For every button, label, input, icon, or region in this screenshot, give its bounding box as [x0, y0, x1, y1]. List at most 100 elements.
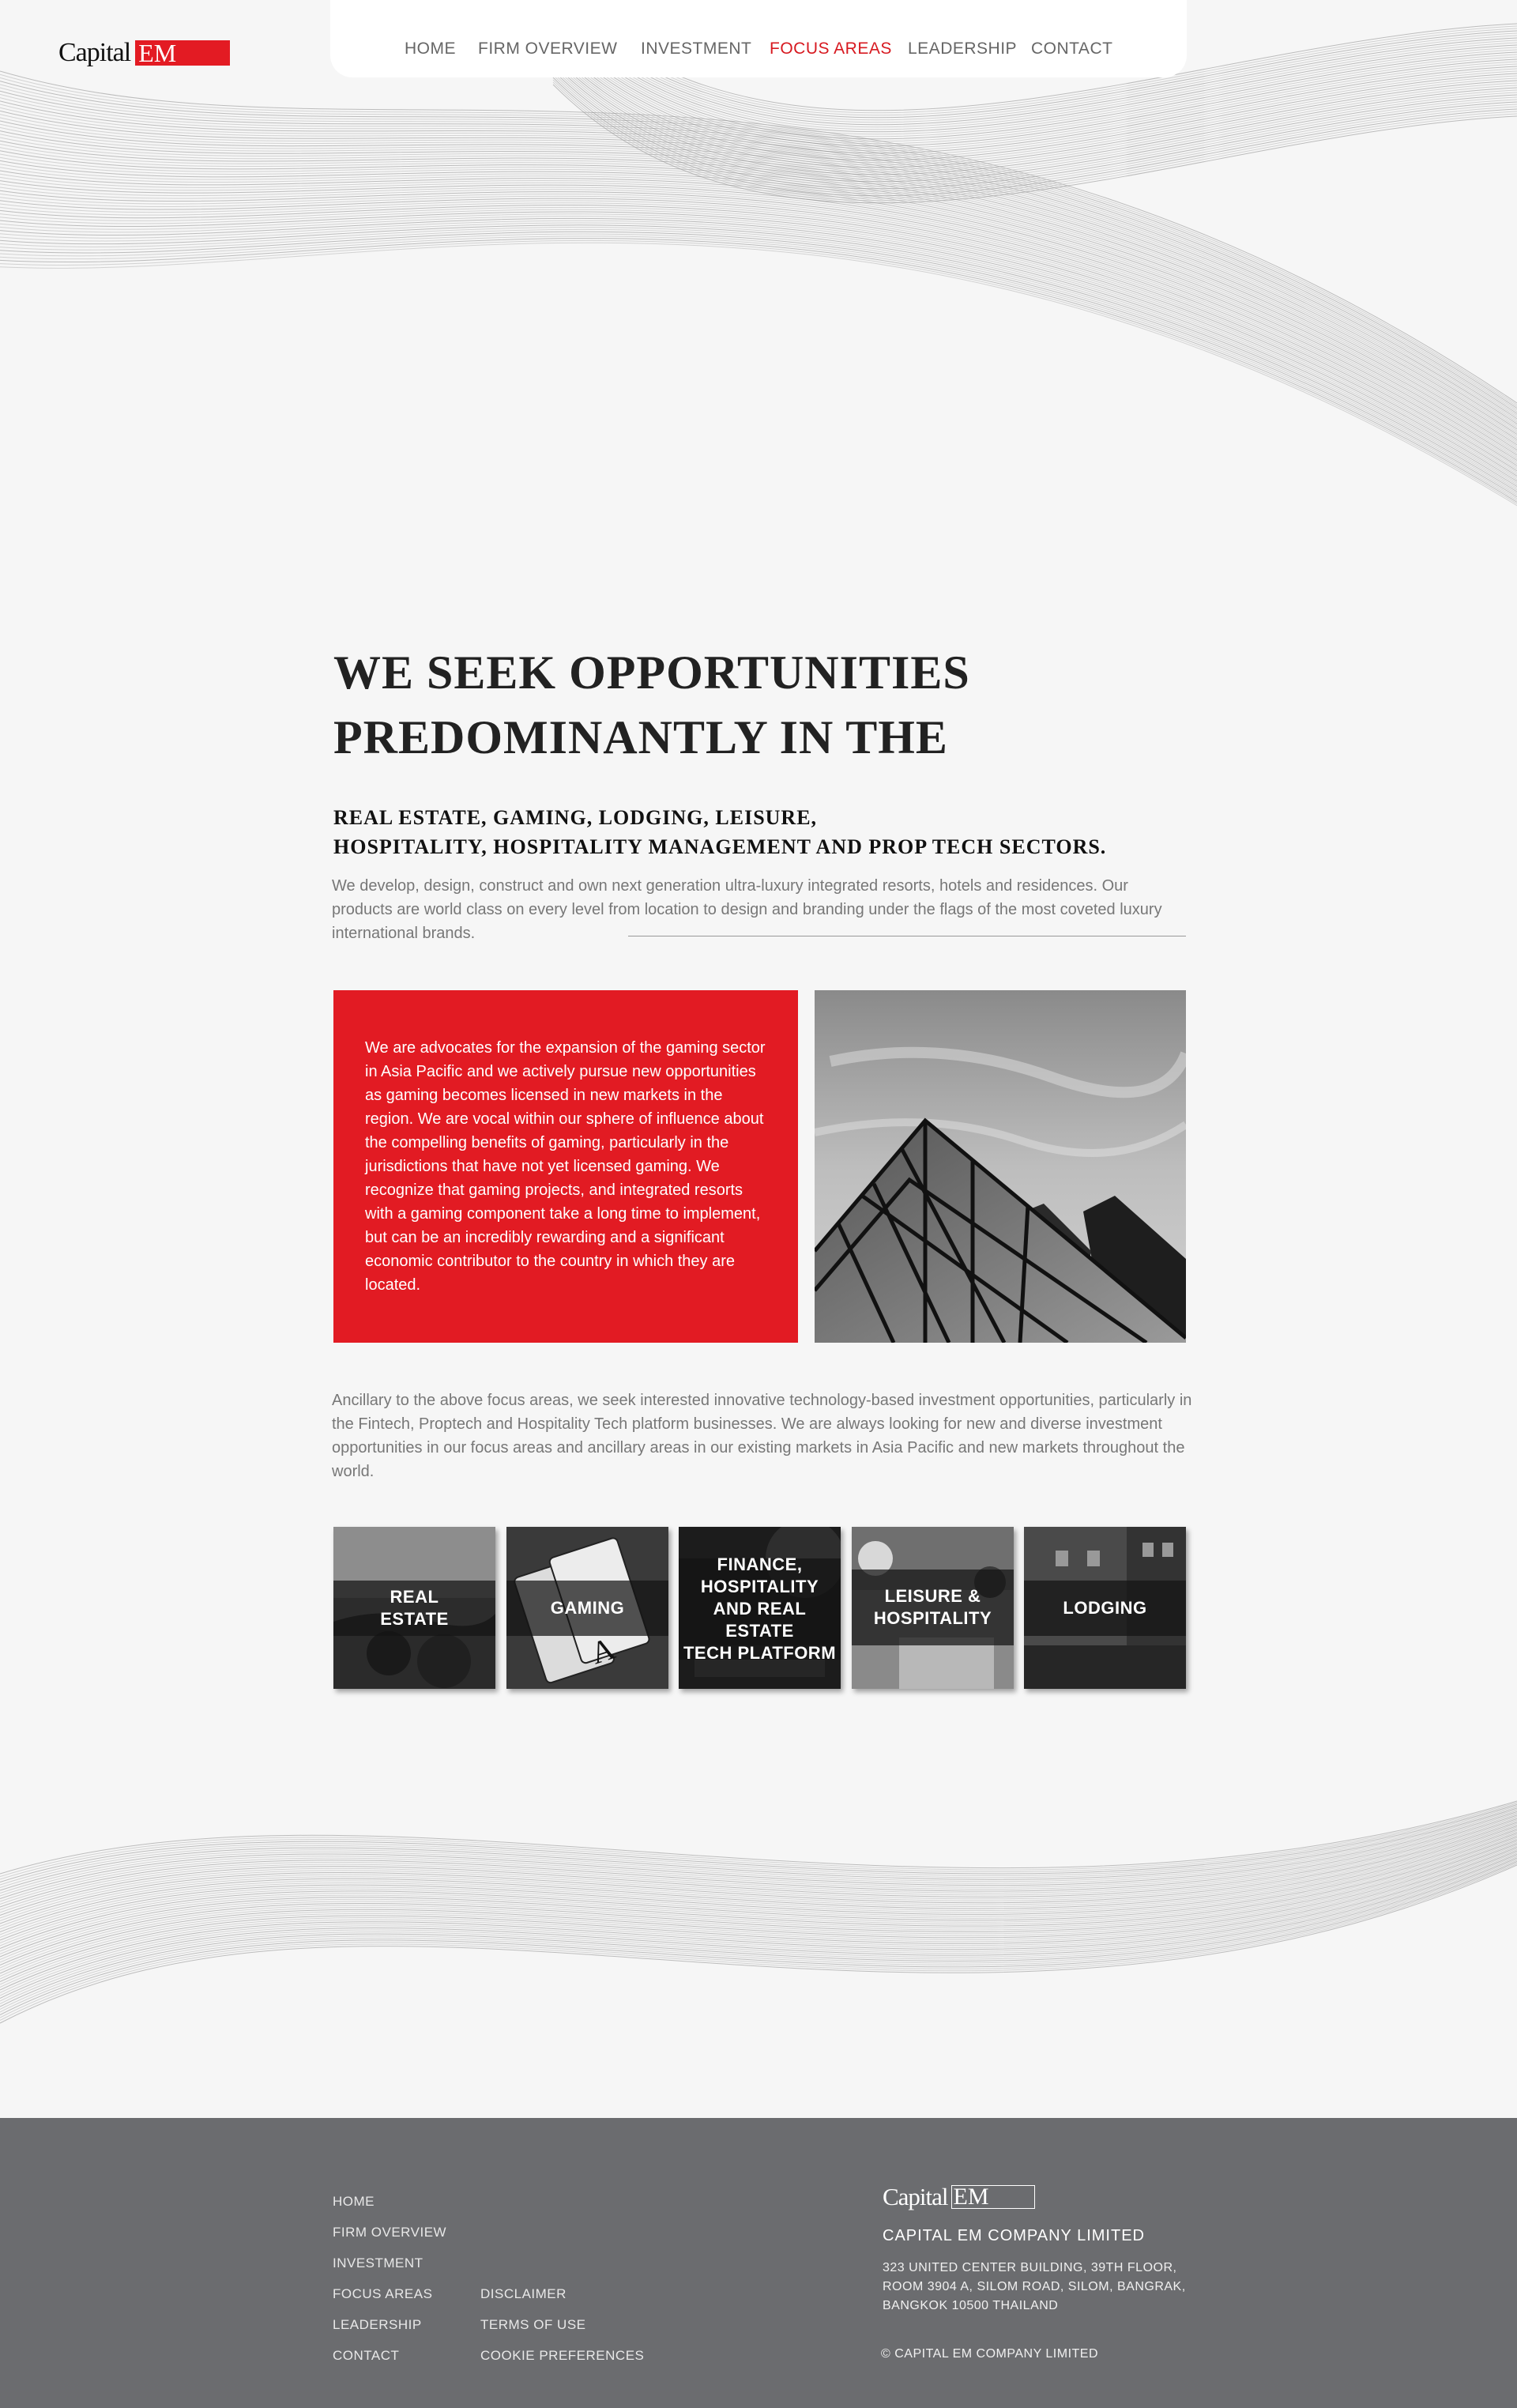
wave-line	[0, 1840, 1517, 1965]
wave-line	[0, 1822, 1517, 1924]
wave-line	[552, 70, 1517, 190]
wave-line	[0, 97, 1517, 418]
wave-line	[552, 74, 1517, 194]
wave-line	[552, 65, 1517, 185]
wave-line	[0, 180, 1517, 462]
wave-line	[0, 173, 1517, 458]
wave-line	[0, 1861, 1517, 2015]
wave-line	[0, 1848, 1517, 1985]
footer-logo[interactable]: Capital EM	[883, 2183, 1035, 2211]
footer-copyright: © CAPITAL EM COMPANY LIMITED	[881, 2347, 1099, 2361]
wave-line	[0, 1856, 1517, 2004]
wave-line	[0, 140, 1517, 440]
wave-line	[0, 1826, 1517, 1932]
site-logo[interactable]: Capital EM	[58, 38, 231, 67]
wave-line	[0, 195, 1517, 470]
nav-contact[interactable]: CONTACT	[1031, 40, 1112, 58]
wave-line	[0, 150, 1517, 446]
wave-line	[0, 1860, 1517, 2013]
wave-line	[0, 1800, 1517, 1875]
wave-line	[552, 77, 1517, 197]
tile-label: LODGING	[1063, 1598, 1147, 1618]
wave-line	[0, 104, 1517, 421]
footer-link-cookie-preferences[interactable]: COOKIE PREFERENCES	[480, 2348, 644, 2364]
wave-line	[552, 79, 1517, 199]
wave-line	[0, 147, 1517, 444]
wave-line	[0, 238, 1517, 503]
nav-focus-areas[interactable]: FOCUS AREAS	[770, 40, 892, 58]
wave-line	[0, 164, 1517, 453]
wave-line	[0, 73, 1517, 405]
wave-line	[552, 81, 1517, 202]
wave-line	[0, 1817, 1517, 1913]
wave-line	[0, 216, 1517, 485]
wave-line	[0, 220, 1517, 489]
nav-investment[interactable]: INVESTMENT	[641, 40, 751, 58]
tile-label: REAL ESTATE	[380, 1587, 449, 1629]
footer-link-leadership[interactable]: LEADERSHIP	[333, 2317, 422, 2333]
wave-line	[0, 1821, 1517, 1921]
wave-line	[552, 72, 1517, 192]
wave-line	[0, 1809, 1517, 1894]
wave-line	[0, 1862, 1517, 2018]
tile-label-band: REAL ESTATE	[333, 1581, 495, 1636]
wave-line	[0, 160, 1517, 450]
address-line: 323 UNITED CENTER BUILDING, 39TH FLOOR,	[883, 2261, 1177, 2274]
wave-line	[0, 1854, 1517, 1999]
wave-line	[0, 1849, 1517, 1988]
wave-line	[0, 1810, 1517, 1897]
wave-line	[0, 205, 1517, 477]
footer-link-investment[interactable]: INVESTMENT	[333, 2255, 423, 2271]
wave-line	[0, 70, 1517, 404]
wave-line	[0, 1830, 1517, 1943]
nav-home[interactable]: HOME	[405, 40, 456, 58]
wave-line	[0, 1852, 1517, 1993]
wave-line	[0, 1802, 1517, 1877]
wave-line	[0, 81, 1517, 409]
wave-line	[0, 1850, 1517, 1991]
intro-paragraph: We develop, design, construct and own ne…	[332, 877, 1162, 942]
address-line: BANGKOK 10500 THAILAND	[883, 2299, 1059, 2312]
nav-firm-overview[interactable]: FIRM OVERVIEW	[478, 40, 617, 58]
tile-label-band: LEISURE & HOSPITALITY	[852, 1570, 1014, 1645]
subhead-line-1: REAL ESTATE, GAMING, LODGING, LEISURE,	[333, 806, 818, 829]
wave-line	[0, 1818, 1517, 1916]
wave-line	[0, 120, 1517, 430]
tile-label: FINANCE, HOSPITALITY AND REAL ESTATE TEC…	[683, 1554, 837, 1663]
footer-link-terms-of-use[interactable]: TERMS OF USE	[480, 2317, 586, 2333]
site-footer: HOME FIRM OVERVIEW INVESTMENT FOCUS AREA…	[0, 2118, 1517, 2408]
footer-link-firm-overview[interactable]: FIRM OVERVIEW	[333, 2225, 446, 2240]
wave-line	[0, 167, 1517, 454]
wave-line	[0, 1812, 1517, 1902]
focus-tile-leisure-hospitality[interactable]: LEISURE & HOSPITALITY	[852, 1527, 1014, 1689]
wave-line	[0, 200, 1517, 473]
wave-line	[0, 107, 1517, 423]
focus-tile-real-estate[interactable]: REAL ESTATE	[333, 1527, 495, 1689]
focus-tile-lodging[interactable]: LODGING	[1024, 1527, 1186, 1689]
wave-line	[0, 110, 1517, 424]
nav-leadership[interactable]: LEADERSHIP	[908, 40, 1017, 58]
wave-line	[0, 176, 1517, 459]
footer-link-disclaimer[interactable]: DISCLAIMER	[480, 2286, 567, 2302]
wave-line	[0, 137, 1517, 439]
wave-line	[0, 1804, 1517, 1882]
tile-label-band: FINANCE, HOSPITALITY AND REAL ESTATE TEC…	[679, 1554, 841, 1663]
wave-line	[0, 1855, 1517, 2002]
footer-link-focus-areas[interactable]: FOCUS AREAS	[333, 2286, 432, 2302]
footer-link-home[interactable]: HOME	[333, 2194, 375, 2210]
gaming-advocacy-text: We are advocates for the expansion of th…	[365, 1039, 766, 1294]
wave-line	[0, 1835, 1517, 1954]
wave-line	[0, 1836, 1517, 1958]
address-line: ROOM 3904 A, SILOM ROAD, SILOM, BANGRAK,	[883, 2280, 1186, 2293]
footer-link-contact[interactable]: CONTACT	[333, 2348, 399, 2364]
wave-line	[0, 1838, 1517, 1963]
wave-line	[0, 87, 1517, 413]
wave-line	[0, 198, 1517, 472]
subhead-line-2: HOSPITALITY, HOSPITALITY MANAGEMENT AND …	[333, 835, 1107, 858]
main-nav: HOME FIRM OVERVIEW INVESTMENT FOCUS AREA…	[330, 0, 1187, 77]
focus-tile-finance-tech[interactable]: FINANCE, HOSPITALITY AND REAL ESTATE TEC…	[679, 1527, 841, 1689]
wave-line	[0, 1805, 1517, 1886]
focus-tile-gaming[interactable]: A GAMING	[506, 1527, 668, 1689]
wave-line	[0, 170, 1517, 456]
footer-logo-em-mark: EM	[950, 2185, 1035, 2209]
